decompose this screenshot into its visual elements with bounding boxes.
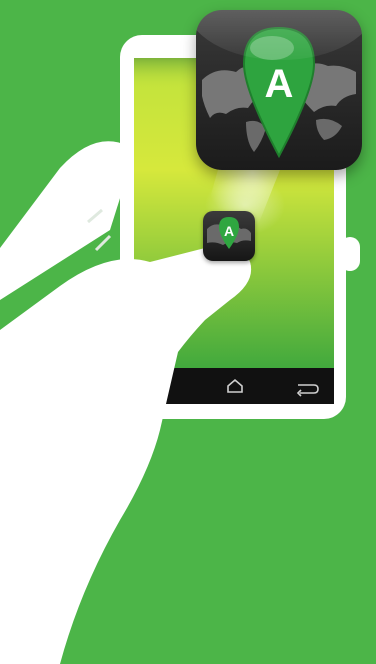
phone-side-button: [340, 237, 360, 271]
hand-front: [0, 245, 252, 664]
large-app-icon[interactable]: A: [196, 10, 362, 170]
small-app-letter: A: [223, 223, 235, 239]
small-app-icon[interactable]: A: [203, 211, 255, 261]
large-app-letter: A: [264, 62, 294, 106]
illustration: A A: [0, 0, 376, 664]
